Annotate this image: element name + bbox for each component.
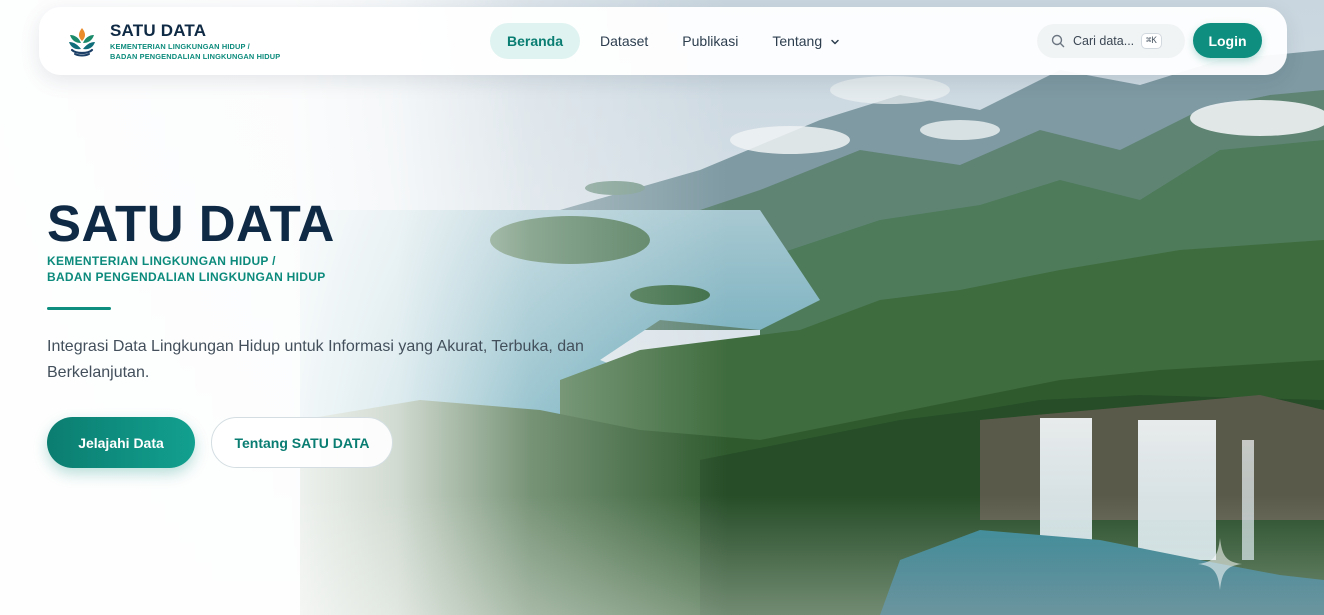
search-input[interactable] [1073, 34, 1139, 48]
nav-item-tentang[interactable]: Tentang [755, 23, 857, 59]
explore-data-button[interactable]: Jelajahi Data [47, 417, 195, 468]
brand-subtitle-line2: BADAN PENGENDALIAN LINGKUNGAN HIDUP [110, 51, 281, 61]
leaf-emblem-icon [69, 28, 95, 57]
top-navbar: SATU DATA KEMENTERIAN LINGKUNGAN HIDUP /… [39, 7, 1287, 75]
nav-item-tentang-label: Tentang [772, 33, 823, 49]
nav-item-publikasi[interactable]: Publikasi [665, 23, 755, 59]
hero-subtitle-line1: KEMENTERIAN LINGKUNGAN HIDUP / [47, 254, 276, 268]
hero-section: SATU DATA KEMENTERIAN LINGKUNGAN HIDUP /… [47, 195, 647, 386]
nav-item-beranda[interactable]: Beranda [490, 23, 581, 59]
chevron-down-icon [831, 40, 839, 45]
brand-subtitle-line1: KEMENTERIAN LINGKUNGAN HIDUP / [110, 41, 250, 51]
search-shortcut-badge: ⌘K [1141, 33, 1162, 49]
sparkle-icon [1198, 538, 1242, 590]
hero-divider [47, 307, 111, 310]
nav-item-dataset[interactable]: Dataset [583, 23, 665, 59]
login-button[interactable]: Login [1193, 23, 1262, 58]
brand-home-link[interactable]: SATU DATA KEMENTERIAN LINGKUNGAN HIDUP /… [64, 21, 280, 62]
hero-description: Integrasi Data Lingkungan Hidup untuk In… [47, 338, 584, 381]
hero-actions: Jelajahi Data Tentang SATU DATA [47, 417, 393, 468]
search-icon [1051, 34, 1065, 48]
about-satu-data-button[interactable]: Tentang SATU DATA [211, 417, 393, 468]
hero-title: SATU DATA [47, 195, 335, 252]
hero-subtitle-line2: BADAN PENGENDALIAN LINGKUNGAN HIDUP [47, 270, 326, 284]
search-box[interactable]: ⌘K [1037, 24, 1185, 58]
main-nav: Beranda Dataset Publikasi Tentang [490, 23, 857, 59]
brand-title: SATU DATA [110, 20, 207, 40]
